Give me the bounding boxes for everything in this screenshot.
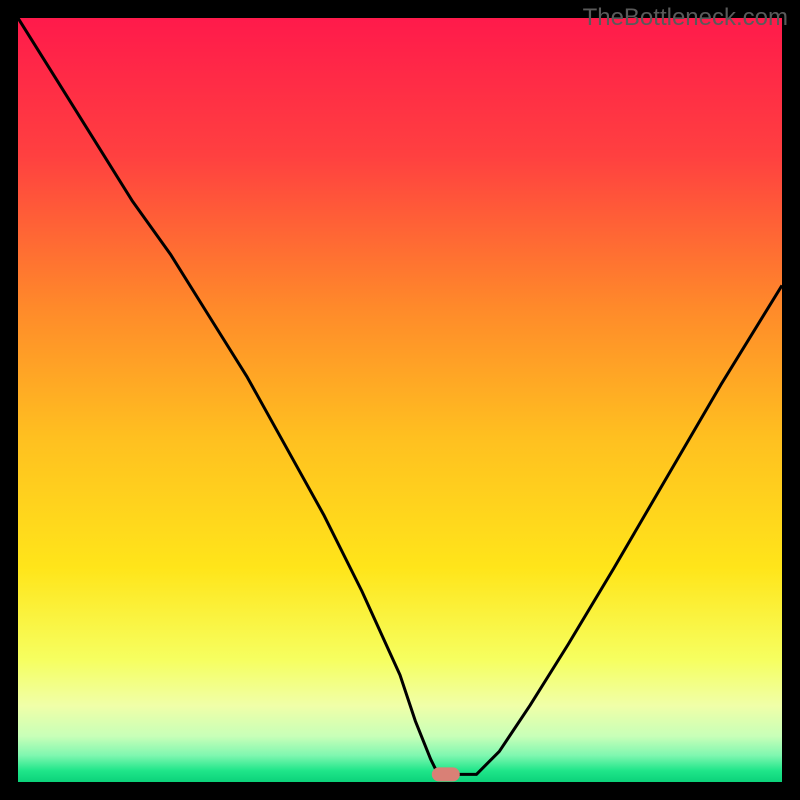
chart-svg [18, 18, 782, 782]
optimal-marker [432, 767, 460, 781]
watermark-text: TheBottleneck.com [583, 4, 788, 32]
chart-background [18, 18, 782, 782]
bottleneck-chart [18, 18, 782, 782]
